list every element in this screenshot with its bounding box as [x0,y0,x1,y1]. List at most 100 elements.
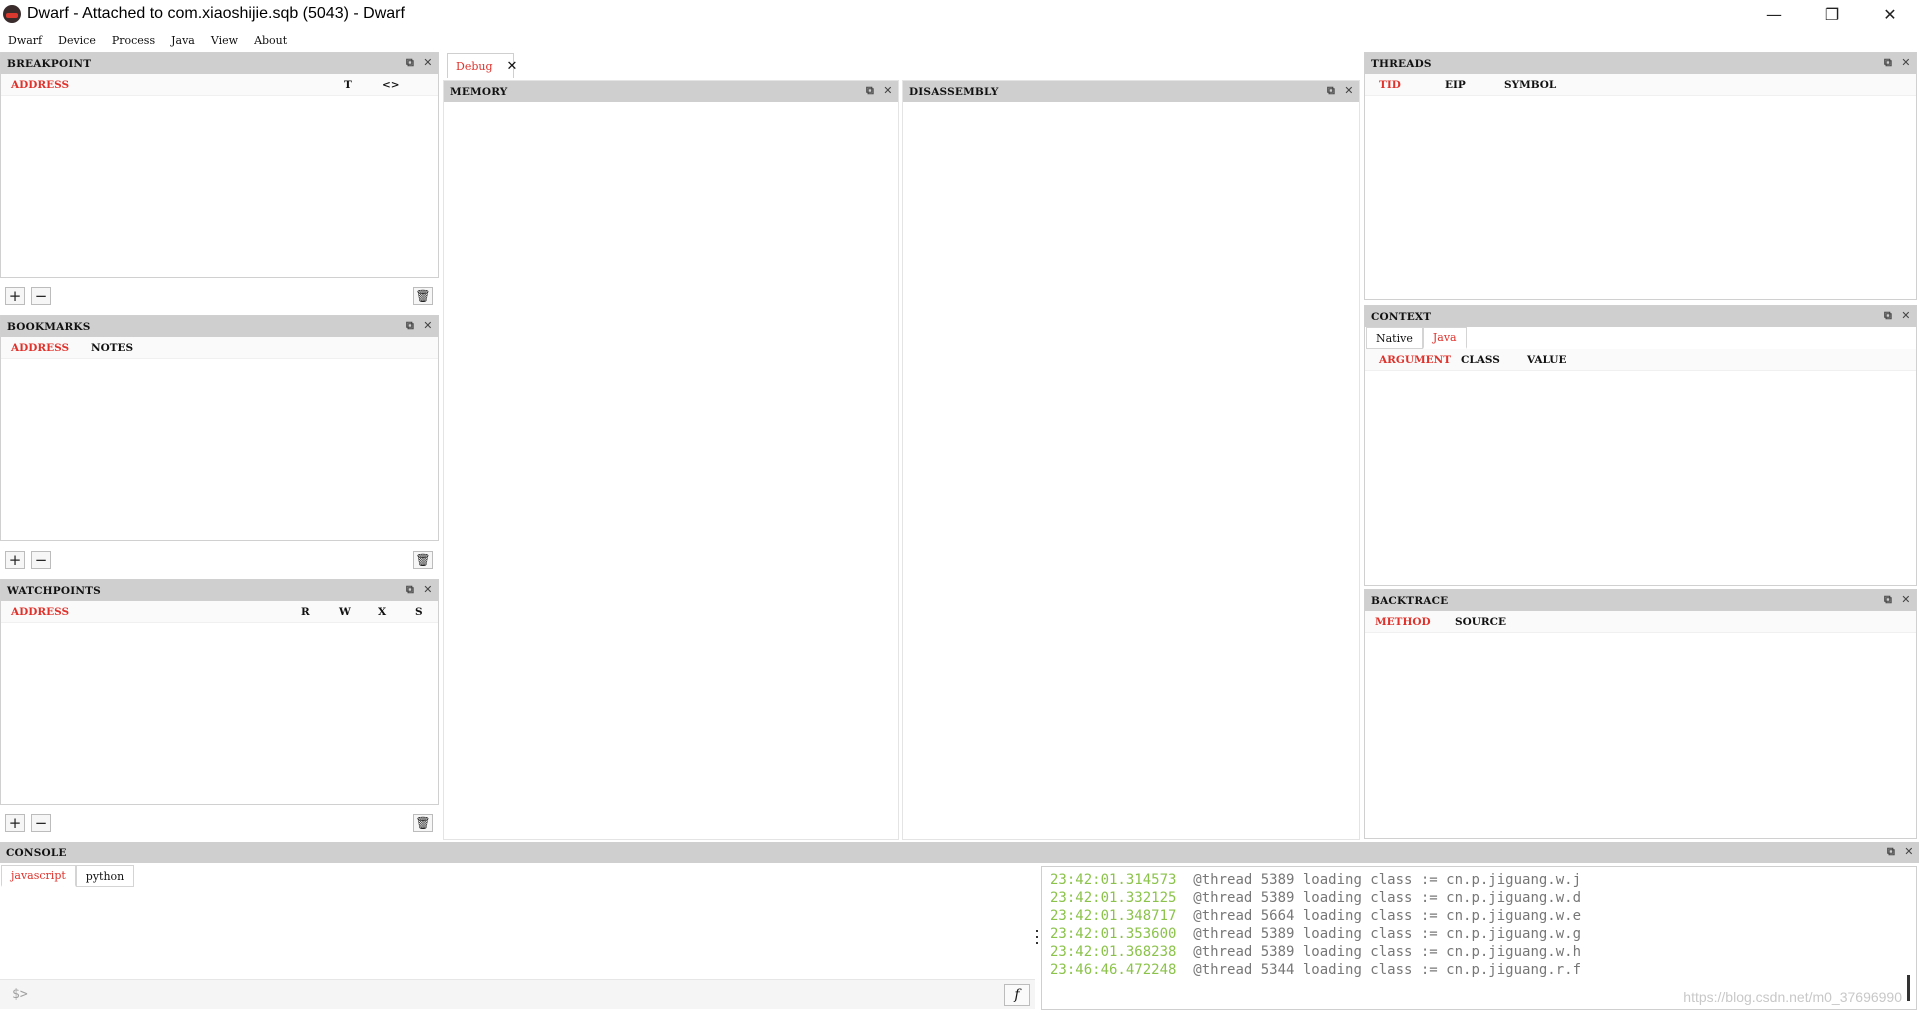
menu-device[interactable]: Device [50,34,104,47]
context-tabs: Native Java [1365,327,1916,349]
close-icon[interactable]: ✕ [1900,593,1912,607]
log-message: @thread 5389 loading class := cn.p.jigua… [1193,872,1582,888]
column-address[interactable]: ADDRESS [11,606,69,618]
menu-process[interactable]: Process [104,34,163,47]
disassembly-header: DISASSEMBLY ⧉ ✕ [903,81,1359,102]
threads-column-header: TID EIP SYMBOL [1365,74,1916,96]
menu-bar: Dwarf Device Process Java View About [0,30,1919,50]
remove-bookmark-button[interactable]: − [31,551,51,569]
tab-java[interactable]: Java [1422,327,1467,349]
tab-native[interactable]: Native [1366,327,1423,349]
tab-debug-label: Debug [456,59,493,73]
column-symbol[interactable]: SYMBOL [1504,79,1556,91]
close-icon[interactable]: ✕ [422,583,434,597]
column-address[interactable]: ADDRESS [11,342,69,354]
add-bookmark-button[interactable]: + [5,551,25,569]
column-value[interactable]: VALUE [1527,354,1566,366]
column-tid[interactable]: TID [1379,79,1401,91]
column-class[interactable]: CLASS [1461,354,1500,366]
restore-button[interactable]: ❐ [1803,0,1861,28]
float-icon[interactable]: ⧉ [1885,845,1897,859]
column-address[interactable]: ADDRESS [11,79,69,91]
console-header: CONSOLE ⧉ ✕ [0,842,1919,863]
log-line: 23:46:46.472248 @thread 5344 loading cla… [1050,961,1908,979]
memory-panel: MEMORY ⧉ ✕ [443,80,899,840]
threads-title: THREADS [1371,57,1432,70]
column-type[interactable]: T [344,79,352,91]
column-eip[interactable]: EIP [1445,79,1466,91]
bookmarks-header: BOOKMARKS ⧉ ✕ [1,316,438,337]
log-line: 23:42:01.332125 @thread 5389 loading cla… [1050,889,1908,907]
close-icon[interactable]: ✕ [422,56,434,70]
memory-title: MEMORY [450,85,508,98]
close-window-button[interactable]: ✕ [1861,0,1919,28]
column-execute[interactable]: X [378,606,386,618]
add-watchpoint-button[interactable]: + [5,814,25,832]
trash-icon[interactable]: 🗑 [413,551,433,569]
console-scrollbar[interactable] [1907,975,1910,1001]
tab-debug[interactable]: Debug ✕ [447,53,517,78]
close-icon[interactable]: ✕ [882,84,894,98]
watchpoints-toolbar: + − 🗑 [5,811,439,835]
close-icon[interactable]: ✕ [1900,309,1912,323]
breakpoints-toolbar: + − 🗑 [5,284,439,308]
bookmarks-panel: BOOKMARKS ⧉ ✕ ADDRESS NOTES [0,315,439,541]
backtrace-column-header: METHOD SOURCE [1365,611,1916,633]
close-icon[interactable]: ✕ [1343,84,1355,98]
log-line: 23:42:01.348717 @thread 5664 loading cla… [1050,907,1908,925]
console-title: CONSOLE [6,846,67,859]
function-button[interactable]: f [1004,983,1030,1006]
trash-icon[interactable]: 🗑 [413,287,433,305]
watchpoints-header: WATCHPOINTS ⧉ ✕ [1,580,438,601]
console-log: 23:42:01.314573 @thread 5389 loading cla… [1041,866,1917,1010]
remove-watchpoint-button[interactable]: − [31,814,51,832]
log-timestamp: 23:42:01.353600 [1050,926,1177,942]
log-line: 23:42:01.314573 @thread 5389 loading cla… [1050,871,1908,889]
minimize-button[interactable]: — [1745,0,1803,28]
float-icon[interactable]: ⧉ [1882,56,1894,70]
column-code[interactable]: <> [382,79,400,91]
column-argument[interactable]: ARGUMENT [1379,354,1451,366]
float-icon[interactable]: ⧉ [864,84,876,98]
column-method[interactable]: METHOD [1375,616,1431,628]
close-icon[interactable]: ✕ [1900,56,1912,70]
breakpoints-header: BREAKPOINT ⧉ ✕ [1,53,438,74]
log-timestamp: 23:42:01.314573 [1050,872,1177,888]
column-notes[interactable]: NOTES [91,342,133,354]
menu-about[interactable]: About [246,34,295,47]
column-write[interactable]: W [339,606,351,618]
disassembly-panel: DISASSEMBLY ⧉ ✕ [902,80,1360,840]
float-icon[interactable]: ⧉ [1882,309,1894,323]
float-icon[interactable]: ⧉ [404,319,416,333]
float-icon[interactable]: ⧉ [1325,84,1337,98]
float-icon[interactable]: ⧉ [404,56,416,70]
column-source[interactable]: SOURCE [1455,616,1506,628]
tab-python[interactable]: python [75,865,135,887]
close-icon[interactable]: ✕ [507,59,518,74]
log-timestamp: 23:46:46.472248 [1050,962,1177,978]
close-icon[interactable]: ✕ [1903,845,1915,859]
bookmarks-column-header: ADDRESS NOTES [1,337,438,359]
backtrace-header: BACKTRACE ⧉ ✕ [1365,590,1916,611]
memory-header: MEMORY ⧉ ✕ [444,81,898,102]
close-icon[interactable]: ✕ [422,319,434,333]
watchpoints-title: WATCHPOINTS [7,584,101,597]
remove-breakpoint-button[interactable]: − [31,287,51,305]
console-splitter-handle[interactable] [1035,930,1039,944]
menu-java[interactable]: Java [163,34,203,47]
menu-view[interactable]: View [203,34,246,47]
tab-javascript[interactable]: javascript [1,865,76,887]
context-title: CONTEXT [1371,310,1432,323]
dwarf-logo-icon [3,5,21,23]
add-breakpoint-button[interactable]: + [5,287,25,305]
backtrace-panel: BACKTRACE ⧉ ✕ METHOD SOURCE [1364,589,1917,839]
column-read[interactable]: R [301,606,310,618]
float-icon[interactable]: ⧉ [1882,593,1894,607]
trash-icon[interactable]: 🗑 [413,814,433,832]
console-input[interactable] [33,987,1004,1002]
log-timestamp: 23:42:01.368238 [1050,944,1177,960]
float-icon[interactable]: ⧉ [404,583,416,597]
column-size[interactable]: S [415,606,423,618]
menu-dwarf[interactable]: Dwarf [0,34,50,47]
log-message: @thread 5389 loading class := cn.p.jigua… [1193,926,1582,942]
